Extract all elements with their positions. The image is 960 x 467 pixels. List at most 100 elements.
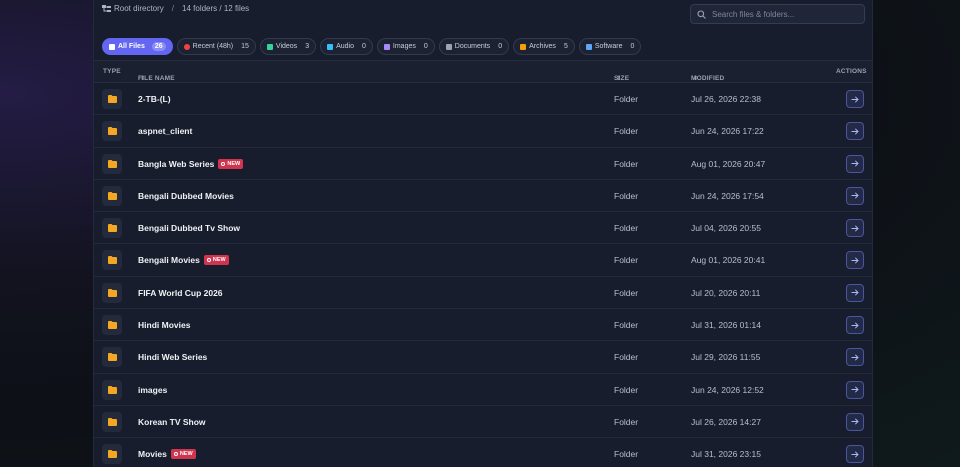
size-cell: Folder — [614, 158, 639, 169]
filter-chip-images[interactable]: Images 0 — [376, 38, 435, 55]
table-row[interactable]: Bengali Dubbed Movies Folder Jun 24, 2026 … — [94, 180, 872, 213]
size-cell: Folder — [614, 352, 639, 363]
music-icon — [327, 43, 334, 50]
folder-icon — [107, 450, 117, 459]
file-name-cell[interactable]: Hindi Web Series — [138, 352, 207, 362]
table-row[interactable]: Bengali Dubbed Tv Show Folder Jul 04, 2026… — [94, 212, 872, 245]
modified-cell: Jul 20, 2026 20:11 — [691, 287, 761, 298]
open-button[interactable] — [846, 90, 864, 108]
root-directory-link[interactable]: Root directory — [102, 4, 164, 13]
filter-chip-count: 5 — [563, 43, 568, 50]
size-cell: Folder — [614, 190, 639, 201]
filter-chip-label: Documents — [454, 43, 491, 50]
open-button[interactable] — [846, 219, 864, 238]
filter-chip-archives[interactable]: Archives 5 — [513, 38, 575, 55]
open-button[interactable] — [846, 348, 864, 367]
modified-cell: Jul 26, 2026 22:38 — [691, 94, 761, 104]
modified-cell: Jul 31, 2026 23:15 — [691, 449, 761, 460]
open-button[interactable] — [846, 412, 864, 431]
file-name: 2-TB-(L) — [138, 94, 171, 104]
folder-icon — [107, 224, 117, 233]
sort-icon: ⇕ — [140, 76, 146, 82]
file-name-cell[interactable]: Bengali Dubbed Movies — [138, 191, 234, 201]
open-button[interactable] — [846, 186, 864, 205]
folder-icon — [107, 353, 117, 362]
grid-icon — [109, 43, 115, 50]
table-row[interactable]: Hindi Movies Folder Jul 31, 2026 01:14 — [94, 309, 872, 342]
arrow-right-icon — [851, 386, 859, 393]
filter-chip-documents[interactable]: Documents 0 — [438, 38, 510, 55]
table-row[interactable]: Bengali Movies NEW Folder Aug 01, 2026 20:4… — [94, 244, 872, 277]
folder-type-cell — [102, 153, 122, 174]
folder-icon — [107, 288, 117, 297]
filter-chip-label: Archives — [529, 43, 556, 50]
file-name: Bangla Web Series — [138, 158, 215, 169]
arrow-right-icon — [851, 192, 859, 199]
new-dot-icon — [173, 452, 178, 457]
file-name: Korean TV Show — [138, 416, 206, 427]
archive-icon — [520, 43, 527, 50]
open-button[interactable] — [846, 251, 864, 270]
size-cell: Folder — [614, 126, 639, 137]
folder-type-cell — [102, 218, 122, 239]
filter-chip-software[interactable]: Software 0 — [578, 38, 642, 55]
arrow-right-icon — [851, 451, 859, 458]
filter-chip-count: 26 — [151, 42, 166, 51]
filter-chip-audio[interactable]: Audio 0 — [320, 38, 373, 55]
open-button[interactable] — [846, 380, 864, 399]
file-name-cell[interactable]: Movies NEW — [138, 449, 196, 460]
arrow-right-icon — [851, 257, 859, 264]
file-name: Hindi Movies — [138, 320, 191, 331]
breadcrumb: Root directory / 14 folders / 12 files — [102, 4, 249, 13]
arrow-right-icon — [851, 95, 859, 103]
arrow-right-icon — [851, 128, 859, 135]
table-row[interactable]: Korean TV Show Folder Jul 26, 2026 14:27 — [94, 406, 872, 439]
filter-chip-count: 15 — [241, 43, 249, 50]
file-name-cell[interactable]: images — [138, 385, 167, 395]
folder-type-cell — [102, 411, 122, 432]
size-cell: Folder — [614, 384, 639, 395]
file-name-cell[interactable]: Bengali Movies NEW — [138, 255, 229, 266]
file-name-cell[interactable]: Hindi Movies — [138, 320, 190, 330]
modified-cell: Aug 01, 2026 20:41 — [691, 255, 766, 266]
size-cell: Folder — [614, 94, 639, 104]
folder-type-cell — [102, 121, 122, 142]
new-badge-label: NEW — [227, 160, 241, 167]
table-row[interactable]: FIFA World Cup 2026 Folder Jul 20, 2026 20… — [94, 277, 872, 310]
document-icon — [445, 43, 452, 50]
file-name-cell[interactable]: Korean TV Show — [138, 417, 206, 427]
open-button[interactable] — [846, 122, 864, 141]
sort-icon: ⇕ — [693, 76, 699, 82]
table-row[interactable]: aspnet_client Folder Jun 24, 2026 17:22 — [94, 115, 872, 148]
open-button[interactable] — [846, 445, 864, 464]
file-name-cell[interactable]: 2-TB-(L) — [138, 94, 171, 104]
arrow-right-icon — [851, 322, 859, 329]
folder-icon — [107, 385, 117, 394]
open-button[interactable] — [846, 316, 864, 335]
filter-chip-recent-48h[interactable]: Recent (48h) 15 — [176, 38, 256, 55]
top-bar: Root directory / 14 folders / 12 files — [94, 0, 872, 30]
modified-cell: Jun 24, 2026 17:22 — [691, 126, 764, 137]
table-row[interactable]: Bangla Web Series NEW Folder Aug 01, 2026 2… — [94, 148, 872, 180]
table-row[interactable]: images Folder Jun 24, 2026 12:52 — [94, 374, 872, 406]
open-button[interactable] — [846, 283, 864, 302]
search-input[interactable] — [712, 9, 852, 19]
file-name: Bengali Dubbed Movies — [138, 190, 234, 201]
table-row[interactable]: Hindi Web Series Folder Jul 29, 2026 11:55 — [94, 341, 872, 374]
arrow-right-icon — [851, 225, 859, 232]
table-row[interactable]: 2-TB-(L) Folder Jul 26, 2026 22:38 — [94, 83, 872, 116]
folder-type-cell — [102, 282, 122, 303]
folder-icon — [107, 95, 117, 103]
new-dot-icon — [221, 161, 226, 166]
file-name-cell[interactable]: Bengali Dubbed Tv Show — [138, 223, 240, 233]
open-button[interactable] — [846, 154, 864, 173]
file-name-cell[interactable]: aspnet_client — [138, 126, 192, 136]
filter-chip-videos[interactable]: Videos 3 — [259, 38, 317, 55]
file-name-cell[interactable]: FIFA World Cup 2026 — [138, 288, 223, 298]
filter-chip-all-files[interactable]: All Files 26 — [102, 38, 173, 55]
modified-cell: Jun 24, 2026 12:52 — [691, 384, 764, 395]
arrow-right-icon — [851, 418, 859, 426]
table-row[interactable]: Movies NEW Folder Jul 31, 2026 23:15 — [94, 438, 872, 467]
arrow-right-icon — [851, 354, 859, 361]
file-name-cell[interactable]: Bangla Web Series NEW — [138, 158, 244, 169]
